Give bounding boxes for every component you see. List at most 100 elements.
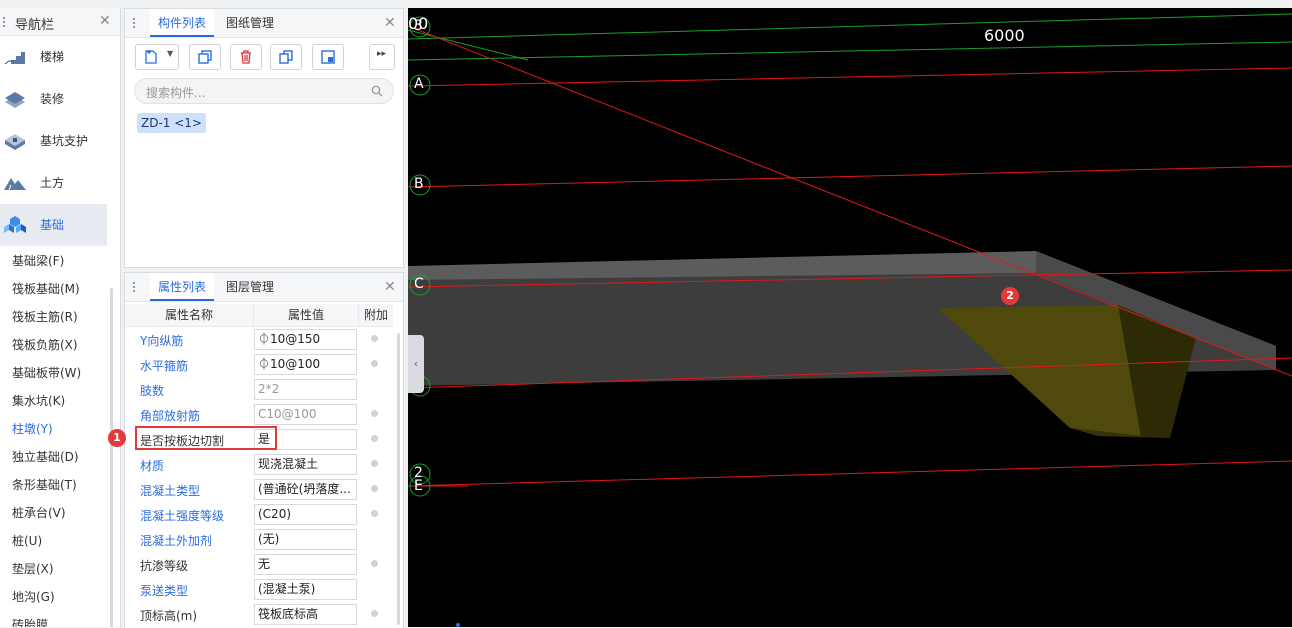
nav-category-label: 装修 xyxy=(40,92,65,106)
navigation-scrollbar[interactable] xyxy=(110,288,113,627)
nav-category-label: 基础 xyxy=(40,218,65,232)
property-row[interactable]: Y向纵筋 ⏀10@150 xyxy=(125,327,393,352)
property-value-field[interactable]: (混凝土泵) xyxy=(254,579,357,600)
nav-item[interactable]: 筏板基础(M) xyxy=(12,280,80,297)
navigation-title: 导航栏 xyxy=(15,18,55,33)
property-name: 混凝土外加剂 xyxy=(140,534,213,548)
layer-copy-button[interactable] xyxy=(312,44,344,70)
nav-item[interactable]: 垫层(X) xyxy=(12,560,54,577)
property-name: 混凝土强度等级 xyxy=(140,509,225,523)
nav-item[interactable]: 基础梁(F) xyxy=(12,252,64,269)
extra-checkbox[interactable] xyxy=(371,410,378,417)
double-arrow-right-icon: ▸▸ xyxy=(377,49,387,59)
property-value-field[interactable]: ⏀10@100 xyxy=(254,354,357,375)
stairs-icon xyxy=(3,46,27,68)
close-icon[interactable]: ✕ xyxy=(384,279,396,295)
property-row[interactable]: 角部放射筋 C10@100 xyxy=(125,402,393,427)
extra-checkbox[interactable] xyxy=(371,510,378,517)
property-row[interactable]: 混凝土强度等级 (C20) xyxy=(125,502,393,527)
property-value-field[interactable]: (普通砼(坍落度... xyxy=(254,479,357,500)
tab-component-list[interactable]: 构件列表 xyxy=(150,9,215,37)
component-item[interactable]: ZD-1 <1> xyxy=(137,113,206,133)
nav-category-4[interactable]: 基础 xyxy=(0,204,107,246)
nav-item[interactable]: 集水坑(K) xyxy=(12,392,65,409)
property-row[interactable]: 混凝土类型 (普通砼(坍落度... xyxy=(125,477,393,502)
nav-category-label: 基坑支护 xyxy=(40,134,89,148)
more-tools-button[interactable]: ▸▸ xyxy=(369,44,395,70)
property-name: 抗渗等级 xyxy=(140,559,189,573)
nav-category-0[interactable]: 楼梯 xyxy=(0,36,107,78)
nav-item[interactable]: 筏板主筋(R) xyxy=(12,308,78,325)
property-row[interactable]: 抗渗等级 无 xyxy=(125,552,393,577)
property-row[interactable]: 顶标高(m) 筏板底标高 xyxy=(125,602,393,627)
nav-item[interactable]: 砖胎膜 xyxy=(12,616,48,627)
component-search[interactable]: 搜索构件... xyxy=(134,78,394,104)
axis-label-c: C xyxy=(414,276,424,292)
annotation-marker-1: 1 xyxy=(108,429,126,447)
extra-checkbox[interactable] xyxy=(371,335,378,342)
drag-handle-icon[interactable] xyxy=(133,17,135,29)
close-icon[interactable]: ✕ xyxy=(384,15,396,31)
extra-checkbox[interactable] xyxy=(371,560,378,567)
delete-component-button[interactable] xyxy=(230,44,262,70)
tab-drawing-management[interactable]: 图纸管理 xyxy=(218,9,282,37)
pit-support-icon xyxy=(3,130,27,152)
nav-item[interactable]: 桩承台(V) xyxy=(12,504,66,521)
extra-checkbox[interactable] xyxy=(371,460,378,467)
nav-category-3[interactable]: 土方 xyxy=(0,162,107,204)
component-list-panel: 构件列表 图纸管理 ✕ ▼ ▸▸ 搜索构件... ZD-1 <1> xyxy=(124,8,404,268)
drag-handle-icon[interactable] xyxy=(133,281,135,293)
3d-viewport[interactable]: 00 6000 3 A B C D 2 E xyxy=(408,8,1292,627)
copy-icon xyxy=(198,50,212,64)
drag-handle-icon[interactable] xyxy=(3,16,5,28)
extra-checkbox[interactable] xyxy=(371,485,378,492)
property-value-field[interactable]: (C20) xyxy=(254,504,357,525)
axis-label-e: E xyxy=(414,478,423,494)
search-input[interactable]: 搜索构件... xyxy=(146,84,205,101)
property-scrollbar[interactable] xyxy=(397,333,400,625)
nav-item[interactable]: 条形基础(T) xyxy=(12,476,77,493)
property-name: 泵送类型 xyxy=(140,584,189,598)
property-value-field[interactable]: 筏板底标高 xyxy=(254,604,357,625)
collapse-panel-button[interactable]: ‹ xyxy=(408,335,424,393)
copy-component-button[interactable] xyxy=(189,44,221,70)
tab-layer-management[interactable]: 图层管理 xyxy=(218,273,282,301)
layer-icon xyxy=(321,50,335,64)
navigation-header: 导航栏 ✕ xyxy=(0,8,120,36)
extra-checkbox[interactable] xyxy=(371,435,378,442)
property-row[interactable]: 泵送类型 (混凝土泵) xyxy=(125,577,393,602)
new-component-button[interactable]: ▼ xyxy=(135,44,179,70)
extra-checkbox[interactable] xyxy=(371,610,378,617)
nav-item[interactable]: 柱墩(Y) xyxy=(12,420,53,437)
extra-checkbox[interactable] xyxy=(371,360,378,367)
nav-category-2[interactable]: 基坑支护 xyxy=(0,120,107,162)
annotation-marker-2: 2 xyxy=(1001,287,1019,305)
property-value-field[interactable]: (无) xyxy=(254,529,357,550)
property-row[interactable]: 肢数 2*2 xyxy=(125,377,393,402)
chevron-down-icon[interactable]: ▼ xyxy=(167,49,173,58)
foundation-icon xyxy=(3,214,27,236)
property-value-field[interactable]: 2*2 xyxy=(254,379,357,400)
nav-item[interactable]: 桩(U) xyxy=(12,532,42,549)
search-icon[interactable] xyxy=(371,85,383,97)
close-icon[interactable]: ✕ xyxy=(99,13,111,29)
nav-category-1[interactable]: 装修 xyxy=(0,78,107,120)
trash-icon xyxy=(241,50,251,64)
property-list-panel: 属性列表 图层管理 ✕ 属性名称 属性值 附加 Y向纵筋 ⏀10@150 水平箍筋 ⏀… xyxy=(124,272,404,628)
property-name: 顶标高(m) xyxy=(140,609,198,623)
property-value-field[interactable]: 无 xyxy=(254,554,357,575)
axis-label-a: A xyxy=(414,76,424,92)
tab-property-list[interactable]: 属性列表 xyxy=(150,273,215,301)
property-row[interactable]: 材质 现浇混凝土 xyxy=(125,452,393,477)
copy-to-floor-button[interactable] xyxy=(270,44,302,70)
property-name: 混凝土类型 xyxy=(140,484,201,498)
nav-item[interactable]: 独立基础(D) xyxy=(12,448,79,465)
property-value-field[interactable]: ⏀10@150 xyxy=(254,329,357,350)
nav-item[interactable]: 基础板带(W) xyxy=(12,364,81,381)
property-row[interactable]: 混凝土外加剂 (无) xyxy=(125,527,393,552)
nav-item[interactable]: 地沟(G) xyxy=(12,588,55,605)
nav-item[interactable]: 筏板负筋(X) xyxy=(12,336,78,353)
property-row[interactable]: 水平箍筋 ⏀10@100 xyxy=(125,352,393,377)
property-value-field[interactable]: 现浇混凝土 xyxy=(254,454,357,475)
property-value-field[interactable]: C10@100 xyxy=(254,404,357,425)
